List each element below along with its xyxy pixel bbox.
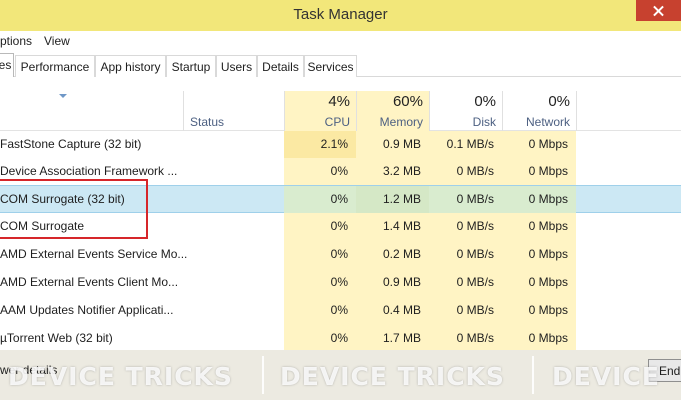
process-name: FastStone Capture (32 bit) xyxy=(0,137,142,151)
table-row[interactable]: AAM Updates Notifier Applicati... 0% 0.4… xyxy=(0,297,681,325)
cpu-value: 0% xyxy=(284,186,356,214)
table-row[interactable]: AMD External Events Service Mo... 0% 0.2… xyxy=(0,241,681,269)
tab-users[interactable]: Users xyxy=(216,55,257,77)
disk-value: 0 MB/s xyxy=(429,186,502,214)
cpu-value: 0% xyxy=(284,269,356,297)
network-value: 0 Mbps xyxy=(502,131,576,159)
memory-value: 0.9 MB xyxy=(356,131,429,159)
column-network[interactable]: Network xyxy=(503,115,570,129)
memory-value: 3.2 MB xyxy=(356,158,429,186)
end-task-button[interactable]: End xyxy=(648,359,681,382)
tab-performance[interactable]: Performance xyxy=(15,55,95,77)
column-separator xyxy=(183,91,184,131)
cpu-percent: 4% xyxy=(328,93,350,110)
tab-services[interactable]: Services xyxy=(304,55,357,77)
close-icon[interactable] xyxy=(636,0,681,21)
cpu-value: 0% xyxy=(284,158,356,186)
sort-arrow-icon[interactable] xyxy=(59,94,67,98)
process-name: AAM Updates Notifier Applicati... xyxy=(0,303,174,317)
table-row[interactable]: AMD External Events Client Mo... 0% 0.9 … xyxy=(0,269,681,297)
annotation-highlight-box xyxy=(0,179,148,239)
process-name: AMD External Events Service Mo... xyxy=(0,247,188,261)
tab-details[interactable]: Details xyxy=(257,55,304,77)
tab-startup[interactable]: Startup xyxy=(166,55,216,77)
tab-processes[interactable]: es xyxy=(0,53,14,78)
process-list: FastStone Capture (32 bit) 2.1% 0.9 MB 0… xyxy=(0,131,681,350)
memory-value: 0.4 MB xyxy=(356,297,429,325)
cpu-value: 0% xyxy=(284,325,356,350)
fewer-details-link[interactable]: wer details xyxy=(0,363,57,377)
process-name: AMD External Events Client Mo... xyxy=(0,275,179,289)
cpu-value: 0% xyxy=(284,213,356,241)
disk-percent: 0% xyxy=(474,93,496,110)
footer-bar: wer details End xyxy=(0,350,681,400)
disk-value: 0 MB/s xyxy=(429,325,502,350)
cpu-value: 2.1% xyxy=(284,131,356,159)
cpu-value: 0% xyxy=(284,297,356,325)
column-cpu[interactable]: CPU xyxy=(285,115,350,129)
network-value: 0 Mbps xyxy=(502,241,576,269)
memory-value: 0.9 MB xyxy=(356,269,429,297)
network-value: 0 Mbps xyxy=(502,297,576,325)
network-percent: 0% xyxy=(548,93,570,110)
memory-value: 1.7 MB xyxy=(356,325,429,350)
disk-value: 0 MB/s xyxy=(429,213,502,241)
cpu-value: 0% xyxy=(284,241,356,269)
column-disk[interactable]: Disk xyxy=(430,115,496,129)
column-memory[interactable]: Memory xyxy=(357,115,423,129)
network-value: 0 Mbps xyxy=(502,213,576,241)
menu-view[interactable]: View xyxy=(44,34,70,48)
window-title: Task Manager xyxy=(293,6,388,23)
memory-value: 0.2 MB xyxy=(356,241,429,269)
network-value: 0 Mbps xyxy=(502,269,576,297)
network-value: 0 Mbps xyxy=(502,158,576,186)
network-value: 0 Mbps xyxy=(502,325,576,350)
disk-value: 0 MB/s xyxy=(429,269,502,297)
table-row[interactable]: FastStone Capture (32 bit) 2.1% 0.9 MB 0… xyxy=(0,131,681,159)
memory-value: 1.4 MB xyxy=(356,213,429,241)
memory-value: 1.2 MB xyxy=(356,186,429,214)
network-value: 0 Mbps xyxy=(502,186,576,214)
column-separator xyxy=(576,91,577,131)
process-name: Device Association Framework ... xyxy=(0,164,178,178)
disk-value: 0 MB/s xyxy=(429,297,502,325)
tab-bar: es Performance App history Startup Users… xyxy=(0,53,681,78)
title-bar: Task Manager xyxy=(0,0,681,31)
table-row[interactable]: µTorrent Web (32 bit) 0% 1.7 MB 0 MB/s 0… xyxy=(0,325,681,350)
disk-value: 0.1 MB/s xyxy=(429,131,502,159)
menu-options[interactable]: ptions xyxy=(0,34,32,48)
memory-percent: 60% xyxy=(392,93,423,110)
tab-app-history[interactable]: App history xyxy=(95,55,166,77)
disk-value: 0 MB/s xyxy=(429,158,502,186)
process-name: µTorrent Web (32 bit) xyxy=(0,331,113,345)
column-header: Status 4% CPU 60% Memory 0% Disk 0% Netw… xyxy=(0,77,681,131)
column-status[interactable]: Status xyxy=(190,115,224,129)
menu-bar: ptions View xyxy=(0,31,681,53)
disk-value: 0 MB/s xyxy=(429,241,502,269)
